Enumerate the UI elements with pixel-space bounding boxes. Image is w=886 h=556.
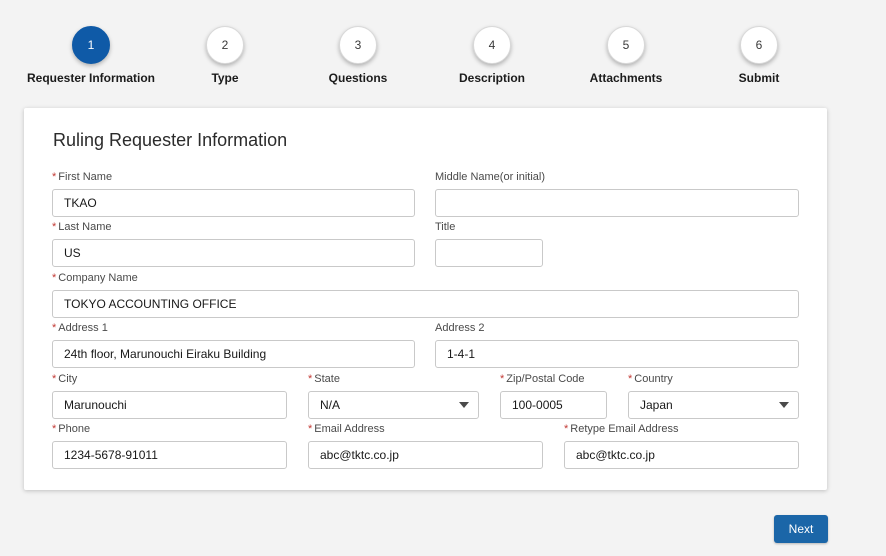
step-number: 5 <box>607 26 645 64</box>
title-label: Title <box>435 221 456 233</box>
last-name-input[interactable]: US <box>52 239 415 267</box>
phone-input[interactable]: 1234-5678-91011 <box>52 441 287 469</box>
required-marker: * <box>308 423 313 435</box>
state-selected-value: N/A <box>320 398 341 412</box>
last-name-field: * Last Name US <box>52 220 415 267</box>
requester-information-card: Ruling Requester Information * First Name… <box>24 108 827 490</box>
email-input[interactable]: abc@tktc.co.jp <box>308 441 543 469</box>
retype-email-field: * Retype Email Address abc@tktc.co.jp <box>564 422 799 469</box>
step-number: 4 <box>473 26 511 64</box>
retype-email-input[interactable]: abc@tktc.co.jp <box>564 441 799 469</box>
country-label: * Country <box>628 373 673 385</box>
step-number: 6 <box>740 26 778 64</box>
required-marker: * <box>52 272 57 284</box>
city-label: * City <box>52 373 78 385</box>
required-marker: * <box>500 373 505 385</box>
next-button[interactable]: Next <box>774 515 828 543</box>
zip-label: * Zip/Postal Code <box>500 373 585 385</box>
required-marker: * <box>52 423 57 435</box>
retype-email-label: * Retype Email Address <box>564 423 679 435</box>
first-name-label: * First Name <box>52 171 113 183</box>
chevron-down-icon <box>459 402 469 408</box>
required-marker: * <box>52 221 57 233</box>
address1-input[interactable]: 24th floor, Marunouchi Eiraku Building <box>52 340 415 368</box>
required-marker: * <box>52 322 57 334</box>
middle-name-input[interactable] <box>435 189 799 217</box>
phone-label: * Phone <box>52 423 91 435</box>
zip-field: * Zip/Postal Code 100-0005 <box>500 372 607 419</box>
company-name-label: * Company Name <box>52 272 138 284</box>
city-input[interactable]: Marunouchi <box>52 391 287 419</box>
country-field: * Country Japan <box>628 372 799 419</box>
country-selected-value: Japan <box>640 398 673 412</box>
address1-label: * Address 1 <box>52 322 108 334</box>
country-select[interactable]: Japan <box>628 391 799 419</box>
step-label: Submit <box>738 71 780 85</box>
step-submit[interactable]: 6 Submit <box>679 26 839 85</box>
address2-field: Address 2 1-4-1 <box>435 321 799 368</box>
zip-input[interactable]: 100-0005 <box>500 391 607 419</box>
required-marker: * <box>52 373 57 385</box>
state-field: * State N/A <box>308 372 479 419</box>
city-field: * City Marunouchi <box>52 372 287 419</box>
state-label: * State <box>308 373 340 385</box>
email-label: * Email Address <box>308 423 385 435</box>
title-input[interactable] <box>435 239 543 267</box>
phone-field: * Phone 1234-5678-91011 <box>52 422 287 469</box>
required-marker: * <box>308 373 313 385</box>
form-title: Ruling Requester Information <box>53 130 288 150</box>
address1-field: * Address 1 24th floor, Marunouchi Eiraku… <box>52 321 415 368</box>
state-select[interactable]: N/A <box>308 391 479 419</box>
first-name-field: * First Name TKAO <box>52 170 415 217</box>
company-name-input[interactable]: TOKYO ACCOUNTING OFFICE <box>52 290 799 318</box>
first-name-input[interactable]: TKAO <box>52 189 415 217</box>
address2-input[interactable]: 1-4-1 <box>435 340 799 368</box>
progress-indicator: 1 Requester Information 2 Type 3 Questio… <box>0 0 886 100</box>
required-marker: * <box>564 423 569 435</box>
chevron-down-icon <box>779 402 789 408</box>
company-name-field: * Company Name TOKYO ACCOUNTING OFFICE <box>52 271 799 318</box>
title-field: Title <box>435 220 543 267</box>
step-number: 1 <box>72 26 110 64</box>
middle-name-field: Middle Name(or initial) <box>435 170 799 217</box>
last-name-label: * Last Name <box>52 221 112 233</box>
address2-label: Address 2 <box>435 322 485 334</box>
email-field: * Email Address abc@tktc.co.jp <box>308 422 543 469</box>
step-number: 3 <box>339 26 377 64</box>
middle-name-label: Middle Name(or initial) <box>435 171 546 183</box>
required-marker: * <box>628 373 633 385</box>
required-marker: * <box>52 171 57 183</box>
step-number: 2 <box>206 26 244 64</box>
